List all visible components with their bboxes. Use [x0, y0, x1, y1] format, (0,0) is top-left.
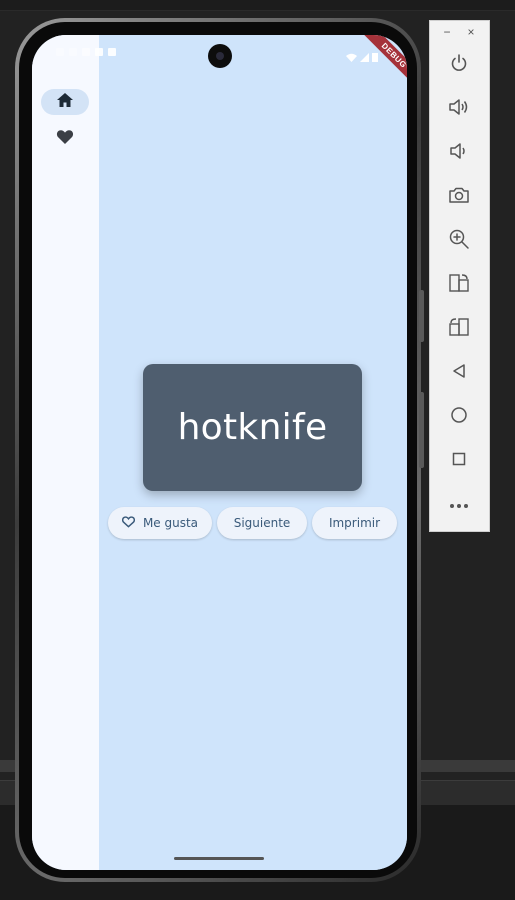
battery-icon: [372, 49, 378, 67]
print-button[interactable]: Imprimir: [312, 507, 397, 539]
volume-down-icon: [448, 141, 470, 166]
more-button[interactable]: [444, 490, 474, 520]
screenshot-button[interactable]: [444, 182, 474, 212]
notification-icon: [82, 48, 90, 56]
more-icon: [449, 496, 469, 514]
app-notification-icon: [108, 48, 116, 56]
home-icon: [56, 92, 74, 113]
back-button[interactable]: [444, 358, 474, 388]
signal-icon: [360, 49, 369, 67]
phone-side-button-volume: [419, 392, 424, 468]
next-button[interactable]: Siguiente: [217, 507, 307, 539]
rotate-left-button[interactable]: [444, 270, 474, 300]
overview-icon: [451, 451, 467, 472]
zoom-icon: [448, 228, 470, 255]
ide-top-bar: [0, 0, 515, 11]
heart-icon: [56, 129, 74, 150]
close-button[interactable]: ×: [464, 25, 478, 39]
gesture-home-bar[interactable]: [174, 857, 264, 860]
phone-side-button-power: [419, 290, 424, 342]
rotate-right-button[interactable]: [444, 314, 474, 344]
overview-button[interactable]: [444, 446, 474, 476]
minimize-button[interactable]: −: [440, 25, 454, 39]
status-bar-notifications: [56, 48, 116, 56]
zoom-button[interactable]: [444, 226, 474, 256]
volume-up-button[interactable]: [444, 94, 474, 124]
camera-icon: [448, 185, 470, 210]
emulator-toolbar: − ×: [429, 20, 490, 532]
rail-item-home[interactable]: [41, 89, 89, 115]
rotate-left-icon: [448, 273, 470, 298]
notification-icon: [56, 48, 64, 56]
rail-item-favorites[interactable]: [41, 126, 89, 152]
power-icon: [449, 53, 469, 78]
home-button[interactable]: [444, 402, 474, 432]
front-camera: [208, 44, 232, 68]
back-icon: [451, 363, 467, 384]
volume-down-button[interactable]: [444, 138, 474, 168]
phone-screen: DEBUG hotknife Me gusta Siguiente Imprim…: [32, 35, 407, 870]
status-bar-system: [346, 49, 378, 67]
like-button[interactable]: Me gusta: [108, 507, 212, 539]
notification-icon: [69, 48, 77, 56]
home-circle-icon: [450, 406, 468, 429]
print-button-label: Imprimir: [328, 516, 381, 530]
next-button-label: Siguiente: [233, 516, 291, 530]
like-button-label: Me gusta: [142, 516, 199, 530]
heart-outline-icon: [121, 515, 135, 531]
rotate-right-icon: [448, 317, 470, 342]
word-card: hotknife: [143, 364, 362, 491]
power-button[interactable]: [444, 50, 474, 80]
emulator-desktop: DEBUG hotknife Me gusta Siguiente Imprim…: [0, 0, 515, 900]
word-text: hotknife: [177, 407, 328, 448]
navigation-rail: [32, 35, 99, 870]
volume-up-icon: [448, 97, 470, 122]
wifi-icon: [346, 49, 357, 67]
sd-card-icon: [95, 48, 103, 56]
